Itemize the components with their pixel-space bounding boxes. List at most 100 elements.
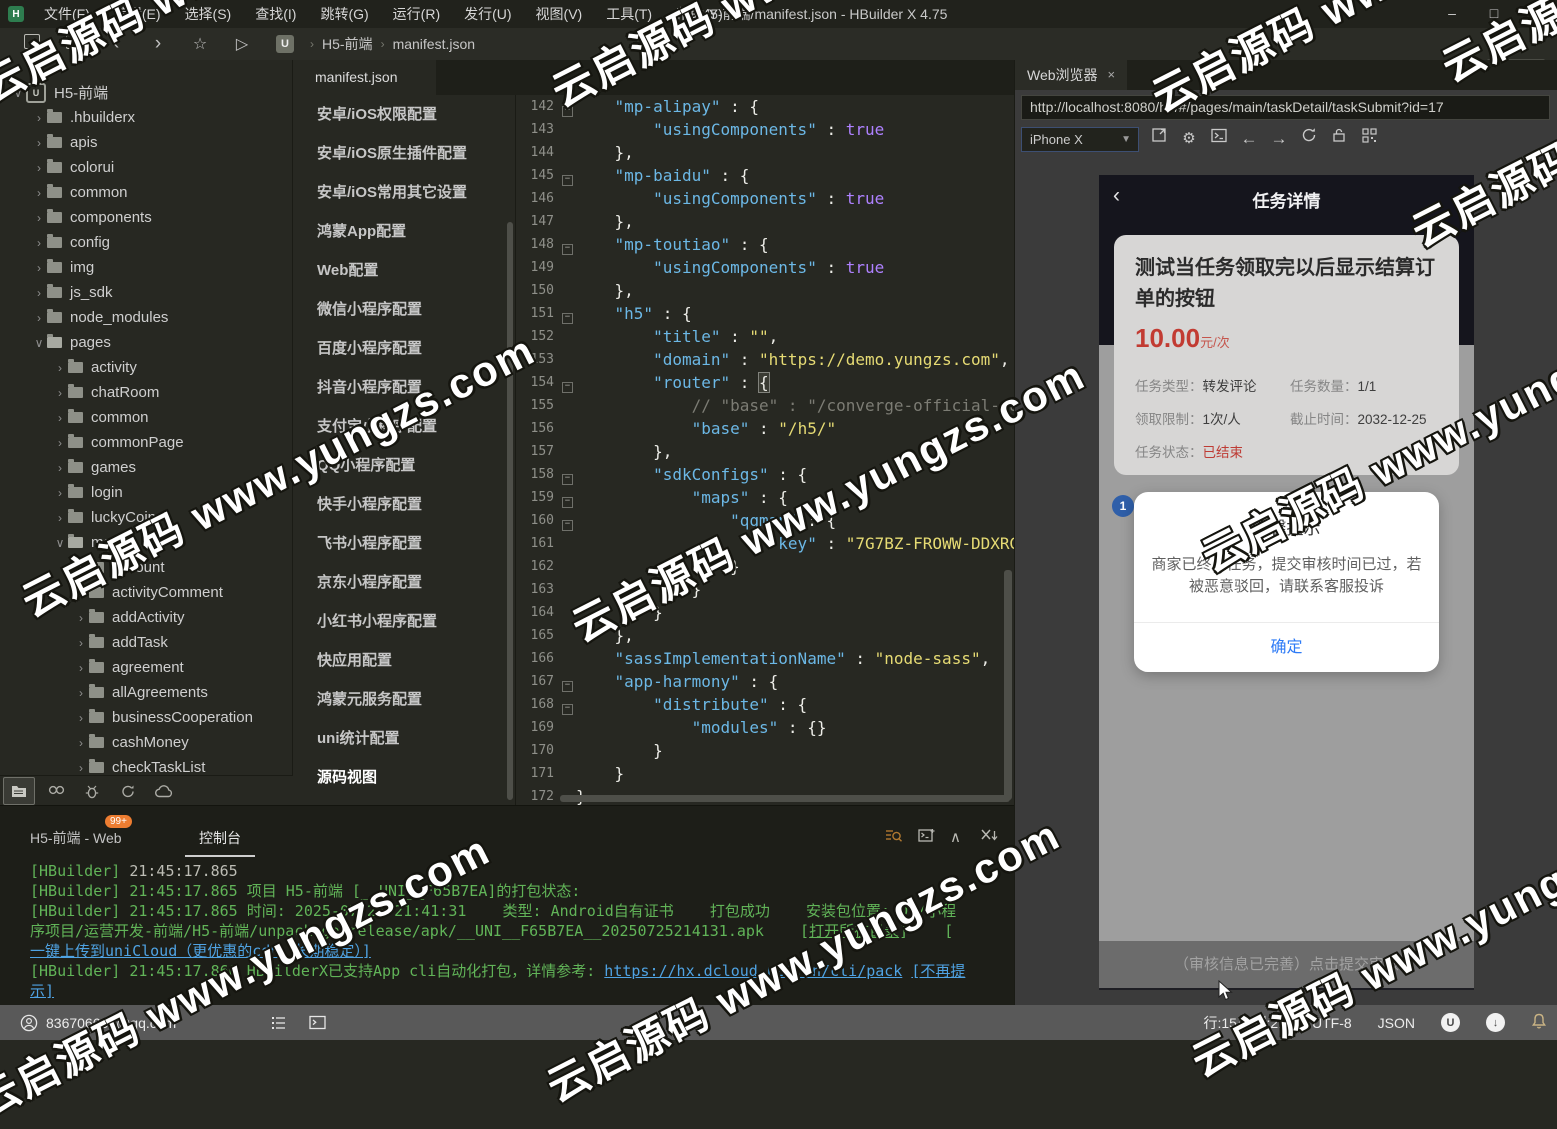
url-bar[interactable]: http://localhost:8080/h5/#/pages/main/ta… (1021, 95, 1550, 120)
fold-marker-icon[interactable]: − (559, 233, 576, 256)
code-horizontal-scrollbar[interactable] (560, 795, 1010, 802)
console-link[interactable]: 一键上传到uniCloud（更优惠的cdn、长期稳定）] (30, 942, 371, 960)
code-line-146[interactable]: 146 "usingComponents" : true (516, 187, 1015, 210)
browser-back-icon[interactable]: ← (1237, 127, 1261, 151)
account-email[interactable]: 836706661@qq.com (46, 1015, 176, 1031)
tree-item-main[interactable]: ∨ main (0, 530, 292, 555)
code-line-155[interactable]: 155 // "base" : "/converge-official-page (516, 394, 1015, 417)
menu-item-5[interactable]: 运行(R) (381, 0, 452, 28)
code-line-147[interactable]: 147 }, (516, 210, 1015, 233)
code-line-168[interactable]: 168− "distribute" : { (516, 693, 1015, 716)
chevron-collapsed-icon[interactable]: › (31, 211, 47, 225)
config-item-安卓/iOS原生插件配置[interactable]: 安卓/iOS原生插件配置 (293, 134, 515, 173)
config-item-安卓/iOS常用其它设置[interactable]: 安卓/iOS常用其它设置 (293, 173, 515, 212)
dialog-ok-button[interactable]: 确定 (1134, 623, 1439, 672)
menu-item-4[interactable]: 跳转(G) (308, 0, 380, 28)
code-line-156[interactable]: 156 "base" : "/h5/" (516, 417, 1015, 440)
tab-manifest-json[interactable]: manifest.json (293, 60, 436, 95)
tree-item-.hbuilderx[interactable]: › .hbuilderx (0, 105, 292, 130)
fold-marker-icon[interactable]: − (559, 164, 576, 187)
notification-bell-icon[interactable] (1531, 1013, 1547, 1033)
code-line-161[interactable]: 161 "key" : "7G7BZ-FROWW-DDXRG-R (516, 532, 1015, 555)
files-view-icon[interactable] (3, 777, 35, 805)
tree-item-businessCooperation[interactable]: › businessCooperation (0, 705, 292, 730)
fold-minus-icon[interactable]: − (562, 497, 573, 508)
code-line-169[interactable]: 169 "modules" : {} (516, 716, 1015, 739)
tree-item-js_sdk[interactable]: › js_sdk (0, 280, 292, 305)
chevron-collapsed-icon[interactable]: › (73, 736, 89, 750)
chevron-collapsed-icon[interactable]: › (31, 236, 47, 250)
code-line-143[interactable]: 143 "usingComponents" : true (516, 118, 1015, 141)
config-item-飞书小程序配置[interactable]: 飞书小程序配置 (293, 524, 515, 563)
encoding-indicator[interactable]: UTF-8 (1312, 1015, 1352, 1031)
fold-minus-icon[interactable]: − (562, 106, 573, 117)
menu-item-1[interactable]: 编辑(E) (102, 0, 173, 28)
code-line-142[interactable]: 142− "mp-alipay" : { (516, 95, 1015, 118)
chevron-collapsed-icon[interactable]: › (73, 611, 89, 625)
chevron-collapsed-icon[interactable]: › (31, 111, 47, 125)
chevron-collapsed-icon[interactable]: › (52, 486, 68, 500)
tree-item-addTask[interactable]: › addTask (0, 630, 292, 655)
chevron-collapsed-icon[interactable]: › (31, 161, 47, 175)
code-line-144[interactable]: 144 }, (516, 141, 1015, 164)
fold-marker-icon[interactable]: − (559, 486, 576, 509)
clear-console-icon[interactable] (980, 828, 998, 846)
tree-root[interactable]: ∨ U H5-前端 (0, 80, 292, 105)
chevron-collapsed-icon[interactable]: › (52, 436, 68, 450)
chevron-collapsed-icon[interactable]: › (52, 511, 68, 525)
chevron-collapsed-icon[interactable]: › (52, 411, 68, 425)
config-item-京东小程序配置[interactable]: 京东小程序配置 (293, 563, 515, 602)
fold-marker-icon[interactable]: − (559, 95, 576, 118)
chevron-collapsed-icon[interactable]: › (73, 561, 89, 575)
run-icon[interactable]: ▷ (232, 34, 252, 54)
tree-item-img[interactable]: › img (0, 255, 292, 280)
config-list-scrollbar[interactable] (507, 222, 513, 800)
tree-item-components[interactable]: › components (0, 205, 292, 230)
cloud-view-icon[interactable] (149, 778, 179, 804)
download-update-icon[interactable]: ↓ (1486, 1013, 1505, 1032)
tree-item-allAgreements[interactable]: › allAgreements (0, 680, 292, 705)
breadcrumb-file[interactable]: manifest.json (393, 36, 475, 52)
chevron-collapsed-icon[interactable]: › (73, 636, 89, 650)
fold-minus-icon[interactable]: − (562, 704, 573, 715)
tab-web-console[interactable]: H5-前端 - Web (30, 828, 122, 848)
code-line-154[interactable]: 154− "router" : { (516, 371, 1015, 394)
code-line-163[interactable]: 163 } (516, 578, 1015, 601)
chevron-collapsed-icon[interactable]: › (31, 136, 47, 150)
config-item-小红书小程序配置[interactable]: 小红书小程序配置 (293, 602, 515, 641)
code-line-167[interactable]: 167− "app-harmony" : { (516, 670, 1015, 693)
config-item-安卓/iOS权限配置[interactable]: 安卓/iOS权限配置 (293, 95, 515, 134)
fold-minus-icon[interactable]: − (562, 474, 573, 485)
outline-list-icon[interactable] (271, 1016, 287, 1030)
code-line-152[interactable]: 152 "title" : "", (516, 325, 1015, 348)
console-search-icon[interactable] (885, 828, 903, 846)
browser-refresh-icon[interactable] (1297, 127, 1321, 151)
chevron-collapsed-icon[interactable]: › (52, 386, 68, 400)
tree-item-activity[interactable]: › activity (0, 355, 292, 380)
fold-minus-icon[interactable]: − (562, 520, 573, 531)
save-icon[interactable] (64, 34, 84, 54)
tab-web-browser[interactable]: Web浏览器 × (1015, 60, 1128, 90)
chevron-collapsed-icon[interactable]: › (73, 686, 89, 700)
code-line-159[interactable]: 159− "maps" : { (516, 486, 1015, 509)
chevron-expanded-icon[interactable]: ∨ (10, 86, 26, 100)
open-external-icon[interactable] (1147, 127, 1171, 151)
chevron-collapsed-icon[interactable]: › (31, 286, 47, 300)
tree-item-common[interactable]: › common (0, 405, 292, 430)
console-link[interactable]: 打开所在目录 (809, 922, 899, 940)
chevron-collapsed-icon[interactable]: › (52, 361, 68, 375)
code-vertical-scrollbar[interactable] (1004, 570, 1012, 800)
chevron-collapsed-icon[interactable]: › (73, 661, 89, 675)
menu-item-8[interactable]: 工具(T) (594, 0, 664, 28)
qrcode-icon[interactable] (1357, 127, 1381, 151)
chevron-collapsed-icon[interactable]: › (73, 761, 89, 775)
fold-minus-icon[interactable]: − (562, 175, 573, 186)
favorite-star-icon[interactable]: ☆ (190, 34, 210, 54)
breadcrumb-project[interactable]: H5-前端 (322, 34, 373, 54)
chevron-collapsed-icon[interactable]: › (73, 711, 89, 725)
fold-marker-icon[interactable]: − (559, 509, 576, 532)
fold-minus-icon[interactable]: − (562, 681, 573, 692)
fold-marker-icon[interactable]: − (559, 302, 576, 325)
fold-marker-icon[interactable]: − (559, 463, 576, 486)
tree-item-apis[interactable]: › apis (0, 130, 292, 155)
